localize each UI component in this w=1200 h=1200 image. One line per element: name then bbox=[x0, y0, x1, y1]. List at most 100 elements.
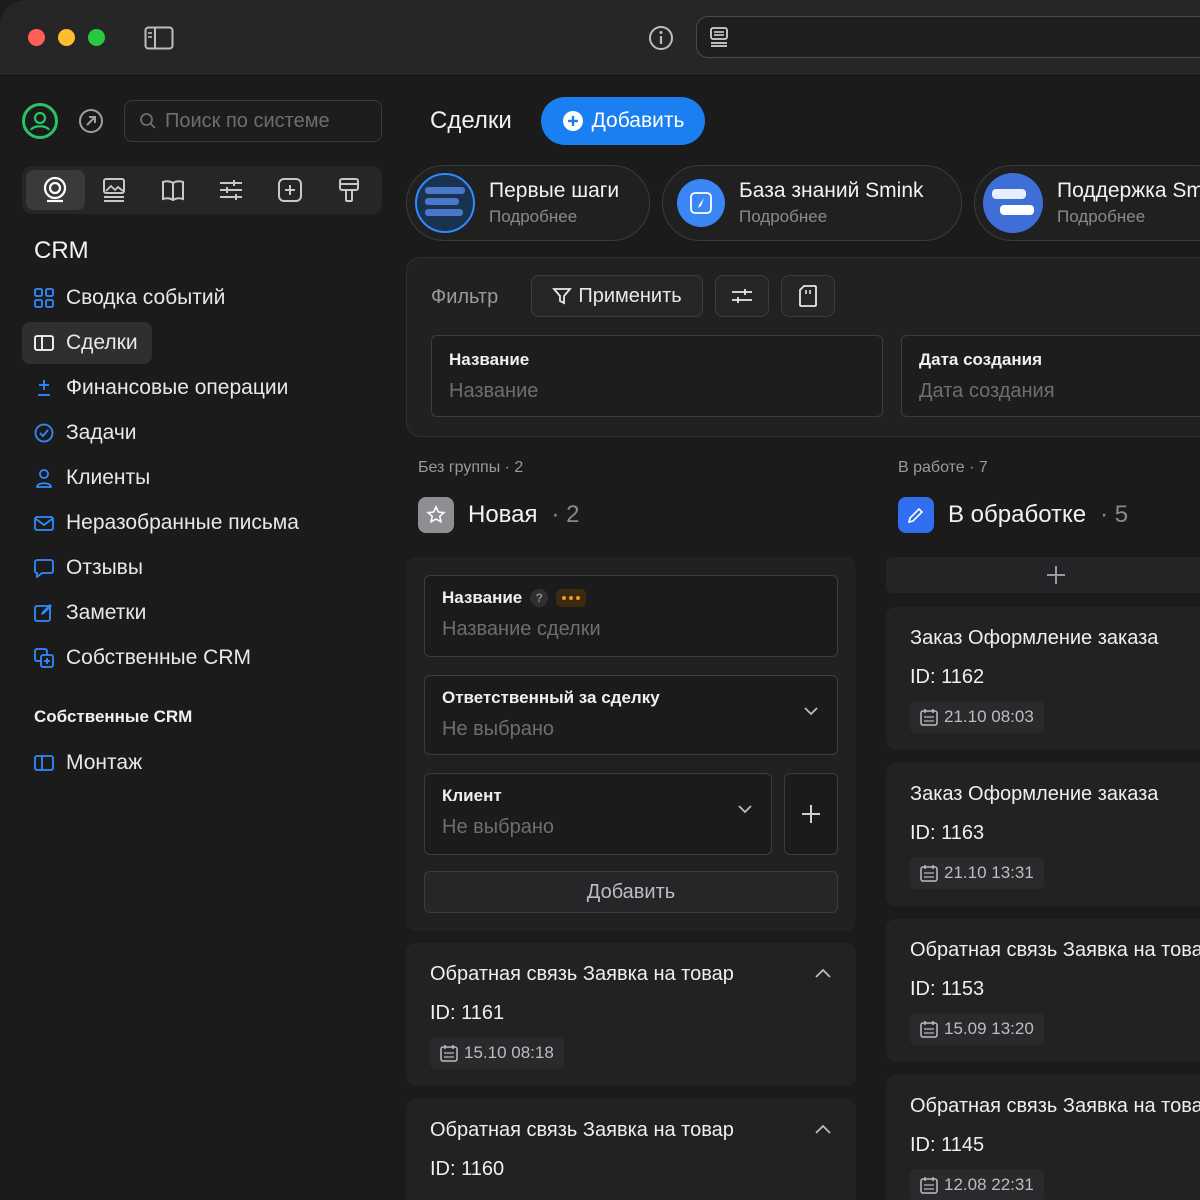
deal-id: ID: 1145 bbox=[910, 1134, 985, 1156]
search-input[interactable] bbox=[165, 109, 375, 133]
sidebar-item-tasks[interactable]: Задачи bbox=[22, 412, 151, 454]
field-value: Не выбрано bbox=[442, 816, 554, 838]
sidebar-item-notes[interactable]: Заметки bbox=[22, 592, 160, 634]
deal-date: 21.10 08:03 bbox=[910, 701, 1044, 733]
deal-id: ID: 1162 bbox=[910, 666, 985, 688]
deal-title: Заказ Оформление заказа bbox=[910, 627, 1159, 649]
sidebar-item-events[interactable]: Сводка событий bbox=[22, 277, 239, 319]
deal-card[interactable]: Обратная связь Заявка на товар ID: 1153 … bbox=[886, 919, 1200, 1062]
sidebar-item-finance[interactable]: Финансовые операции bbox=[22, 367, 302, 409]
deal-client-select[interactable]: Клиент Не выбрано bbox=[424, 773, 772, 855]
deal-date: 15.10 08:18 bbox=[430, 1037, 564, 1069]
field-placeholder: Название сделки bbox=[442, 618, 601, 640]
first-steps-image bbox=[415, 173, 475, 233]
sidebar-item-montage[interactable]: Монтаж bbox=[22, 742, 156, 784]
chevron-down-icon bbox=[738, 805, 752, 814]
deal-card[interactable]: Обратная связь Заявка на товар ID: 1160 bbox=[406, 1099, 856, 1200]
column-header-processing: В обработке · 5 bbox=[898, 497, 1128, 533]
sidebar-item-reviews[interactable]: Отзывы bbox=[22, 547, 157, 589]
group-meta: В работе · 7 bbox=[898, 459, 988, 476]
add-deal-button[interactable]: Добавить bbox=[541, 97, 705, 145]
apply-filter-label: Применить bbox=[578, 284, 682, 307]
column-count: · 5 bbox=[1100, 501, 1129, 528]
close-window-button[interactable] bbox=[28, 29, 45, 46]
copy-plus-icon bbox=[34, 648, 54, 668]
grid-icon bbox=[34, 288, 54, 308]
sidebar-item-label: Заметки bbox=[66, 601, 147, 624]
sidebar-item-deals[interactable]: Сделки bbox=[22, 322, 152, 364]
custom-crm-nav: Монтаж bbox=[22, 742, 156, 787]
user-icon bbox=[36, 469, 52, 488]
group-meta: Без группы · 2 bbox=[418, 459, 524, 476]
save-filter-button[interactable] bbox=[781, 275, 835, 317]
address-bar[interactable] bbox=[696, 16, 1200, 58]
sidebar-toggle-icon[interactable] bbox=[143, 22, 175, 54]
promo-knowledge-base[interactable]: База знаний Smink Подробнее bbox=[662, 165, 962, 241]
sidebar-item-clients[interactable]: Клиенты bbox=[22, 457, 164, 499]
sidebar: CRM Сводка событий Сделки Финансовые опе… bbox=[0, 77, 400, 1200]
help-icon[interactable]: ? bbox=[530, 589, 549, 607]
chevron-up-icon[interactable] bbox=[814, 967, 832, 979]
deal-card[interactable]: Обратная связь Заявка на товар ID: 1145 … bbox=[886, 1075, 1200, 1200]
more-options-icon[interactable] bbox=[556, 589, 587, 607]
chat-icon bbox=[34, 559, 54, 578]
filter-settings-button[interactable] bbox=[715, 275, 769, 317]
deal-title: Обратная связь Заявка на товар bbox=[430, 963, 734, 985]
system-search[interactable] bbox=[124, 100, 382, 142]
open-external-icon[interactable] bbox=[78, 108, 104, 134]
gallery-module-icon[interactable] bbox=[85, 170, 144, 210]
sidebar-item-label: Сводка событий bbox=[66, 286, 226, 309]
chevron-up-icon[interactable] bbox=[814, 1123, 832, 1135]
deal-date: 15.09 13:20 bbox=[910, 1013, 1044, 1045]
field-placeholder: Название bbox=[449, 380, 539, 402]
deal-title: Обратная связь Заявка на товар bbox=[910, 1095, 1200, 1117]
book-module-icon[interactable] bbox=[143, 170, 202, 210]
deal-card[interactable]: Заказ Оформление заказа ID: 1162 21.10 0… bbox=[886, 607, 1200, 750]
deal-name-field[interactable]: Название ? Название сделки bbox=[424, 575, 838, 657]
deal-card[interactable]: Заказ Оформление заказа ID: 1163 21.10 1… bbox=[886, 763, 1200, 906]
promo-support[interactable]: Поддержка Smink Подробнее bbox=[974, 165, 1200, 241]
plus-icon bbox=[802, 805, 820, 823]
deal-date: 21.10 13:31 bbox=[910, 857, 1044, 889]
main-content: Сделки Добавить Первые шаги Подробнее Ба… bbox=[406, 77, 1200, 1200]
deal-date-text: 12.08 22:31 bbox=[944, 1175, 1034, 1194]
promo-subtitle: Подробнее bbox=[489, 207, 578, 226]
sidebar-item-label: Собственные CRM bbox=[66, 646, 251, 669]
field-label: Дата создания bbox=[919, 350, 1043, 369]
sidebar-item-custom-crm[interactable]: Собственные CRM bbox=[22, 637, 265, 679]
promo-title: База знаний Smink bbox=[739, 179, 924, 202]
deal-date-text: 15.10 08:18 bbox=[464, 1043, 554, 1062]
podcast-module-icon[interactable] bbox=[26, 170, 85, 210]
deal-id: ID: 1153 bbox=[910, 978, 985, 1000]
column-header-new: Новая · 2 bbox=[418, 497, 580, 533]
zoom-window-button[interactable] bbox=[88, 29, 105, 46]
submit-deal-button[interactable]: Добавить bbox=[424, 871, 838, 913]
support-chat-image bbox=[983, 173, 1043, 233]
apply-filter-button[interactable]: Применить bbox=[531, 275, 703, 317]
user-avatar[interactable] bbox=[22, 103, 58, 139]
star-icon bbox=[418, 497, 454, 533]
filter-name-field[interactable]: Название Название bbox=[431, 335, 883, 417]
filter-label: Фильтр bbox=[431, 286, 499, 308]
sidebar-item-unsorted-mail[interactable]: Неразобранные письма bbox=[22, 502, 313, 544]
add-client-button[interactable] bbox=[784, 773, 838, 855]
promo-title: Поддержка Smink bbox=[1057, 179, 1200, 202]
deal-card[interactable]: Обратная связь Заявка на товар ID: 1161 … bbox=[406, 943, 856, 1086]
new-deal-form: Название ? Название сделки Ответственный… bbox=[406, 557, 856, 931]
info-icon[interactable] bbox=[645, 22, 677, 54]
promo-first-steps[interactable]: Первые шаги Подробнее bbox=[406, 165, 650, 241]
filter-date-field[interactable]: Дата создания Дата создания bbox=[901, 335, 1200, 417]
deal-owner-select[interactable]: Ответственный за сделку Не выбрано bbox=[424, 675, 838, 755]
minimize-window-button[interactable] bbox=[58, 29, 75, 46]
page-settings-icon[interactable] bbox=[703, 21, 735, 53]
chevron-down-icon bbox=[804, 707, 818, 716]
filter-panel: Фильтр Применить Название Название Дата … bbox=[406, 257, 1200, 437]
funnel-icon bbox=[552, 288, 573, 305]
settings-sliders-icon[interactable] bbox=[202, 170, 261, 210]
section-title: CRM bbox=[34, 237, 89, 264]
add-square-icon[interactable] bbox=[261, 170, 320, 210]
add-deal-label: Добавить bbox=[591, 109, 685, 132]
paint-roller-icon[interactable] bbox=[319, 170, 378, 210]
deal-title: Обратная связь Заявка на товар bbox=[430, 1119, 734, 1141]
add-to-column-button[interactable] bbox=[886, 557, 1200, 593]
